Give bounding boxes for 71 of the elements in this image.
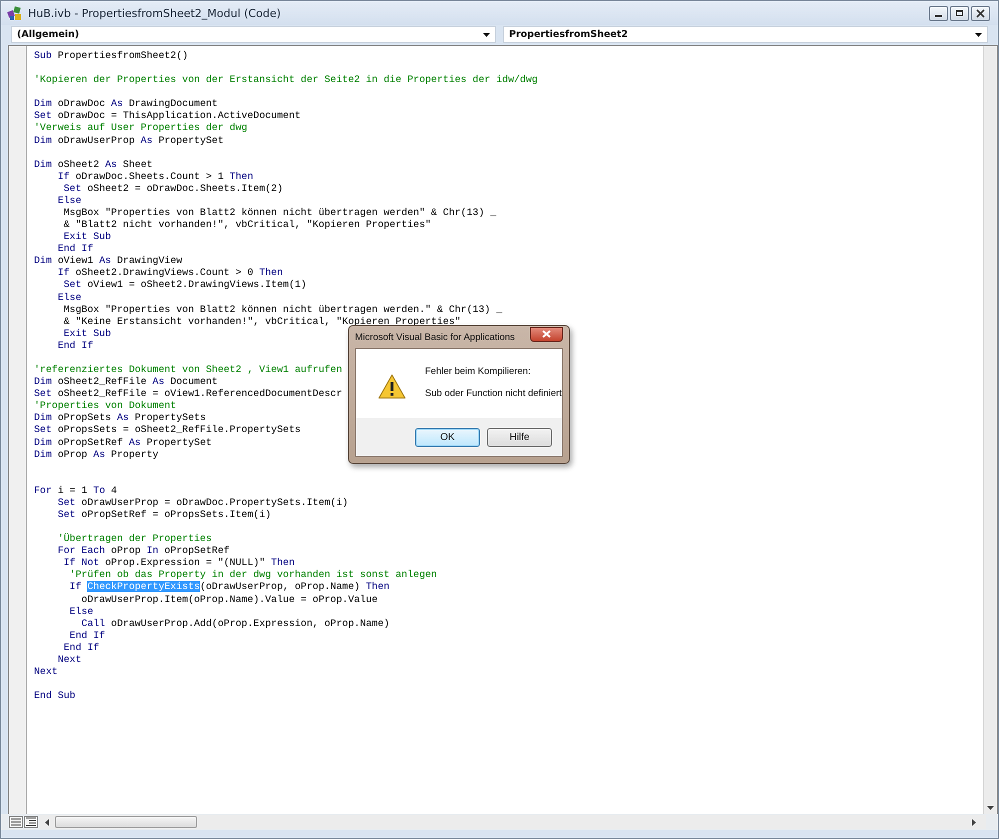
code-line: Exit Sub xyxy=(62,328,112,340)
code-line: Dim oView1 As DrawingView xyxy=(34,255,182,268)
procedure-view-icon[interactable] xyxy=(9,816,23,828)
window-title: HuB.ivb - PropertiesfromSheet2_Modul (Code) xyxy=(28,6,281,20)
dialog-title: Microsoft Visual Basic for Applications xyxy=(355,332,515,342)
caret-icon xyxy=(975,32,982,36)
error-message: Sub oder Function nicht definiert xyxy=(425,388,562,399)
code-line: 'referenziertes Dokument von Sheet2 , View1 aufrufen xyxy=(34,364,342,376)
code-line: Else xyxy=(56,194,82,208)
horizontal-scrollbar[interactable] xyxy=(39,815,986,829)
code-line: Next xyxy=(56,654,82,666)
close-button[interactable] xyxy=(530,326,563,342)
code-line: Set oSheet2 = oDrawDoc.Sheets.Item(2) xyxy=(62,182,283,195)
vertical-scrollbar[interactable] xyxy=(983,46,997,814)
code-line: 'Übertragen der Properties xyxy=(56,533,212,546)
code-line: If oSheet2.DrawingViews.Count > 0 Then xyxy=(56,267,283,280)
code-line: 'Prüfen ob das Property in der dwg vorhanden ist sonst anlegen xyxy=(68,569,437,582)
code-line: Else xyxy=(68,606,94,618)
code-line: Dim oDrawDoc As DrawingDocument xyxy=(34,98,218,110)
code-line: Exit Sub xyxy=(62,231,112,244)
code-line: Dim oDrawUserProp As PropertySet xyxy=(34,134,224,147)
code-line: Call oDrawUserProp.Add(oProp.Expression, oProp.Name) xyxy=(80,618,390,630)
code-line: Else xyxy=(56,292,82,304)
code-line: 'Kopieren der Properties von der Erstansicht der Seite2 in die Properties der idw/dwg xyxy=(34,74,538,86)
code-line: MsgBox "Properties von Blatt2 können nicht übertragen werden" & Chr(13) _ xyxy=(62,207,496,220)
code-line: Dim oSheet2 As Sheet xyxy=(34,158,153,171)
code-line: End Sub xyxy=(34,690,76,702)
restore-button[interactable] xyxy=(950,6,969,20)
code-line: Set oSheet2_RefFile = oView1.ReferencedDocumentDescr xyxy=(34,388,342,400)
code-line: If oDrawDoc.Sheets.Count > 1 Then xyxy=(56,170,254,183)
code-line: Set oDrawUserProp = oDrawDoc.PropertySets.Item(i) xyxy=(56,496,348,509)
scroll-down-icon[interactable] xyxy=(987,806,994,810)
code-line: 'Properties von Dokument xyxy=(34,400,176,412)
close-button[interactable] xyxy=(971,6,990,20)
code-line: End If xyxy=(62,642,100,654)
code-line: oDrawUserProp.Item(oProp.Name).Value = oProp.Value xyxy=(80,594,378,606)
full-module-view-icon[interactable] xyxy=(24,816,38,828)
code-line: For Each oProp In oPropSetRef xyxy=(56,545,230,558)
minimize-button[interactable] xyxy=(929,6,948,20)
code-line: End If xyxy=(56,243,94,256)
code-line: If CheckPropertyExists(oDrawUserProp, oProp.Name) Then xyxy=(68,581,390,594)
procedure-dropdown[interactable]: PropertiesfromSheet2 xyxy=(503,26,988,43)
code-line: Set oView1 = oSheet2.DrawingViews.Item(1) xyxy=(62,279,307,292)
close-icon xyxy=(976,8,985,18)
code-line: If Not oProp.Expression = "(NULL)" Then xyxy=(62,557,295,570)
code-line: Dim oProp As Property xyxy=(34,448,158,461)
error-heading: Fehler beim Kompilieren: xyxy=(425,366,532,377)
code-line: End If xyxy=(68,630,106,642)
code-line: Set oDrawDoc = ThisApplication.ActiveDocument xyxy=(34,110,301,122)
code-line: Dim oPropSetRef As PropertySet xyxy=(34,436,212,449)
modules-icon xyxy=(7,5,23,21)
code-line: MsgBox "Properties von Blatt2 können nicht übertragen werden." & Chr(13) _ xyxy=(62,304,502,316)
help-button[interactable]: Hilfe xyxy=(487,428,552,446)
scroll-right-icon[interactable] xyxy=(972,818,976,826)
code-line: Dim oPropSets As PropertySets xyxy=(34,412,206,424)
code-line: Sub PropertiesfromSheet2() xyxy=(34,50,188,62)
code-line: Set oPropsSets = oSheet2_RefFile.PropertySets xyxy=(34,424,301,436)
code-line: For i = 1 To 4 xyxy=(34,484,117,497)
code-line: Dim oSheet2_RefFile As Document xyxy=(34,376,218,388)
code-line: Set oPropSetRef = oPropsSets.Item(i) xyxy=(56,508,272,522)
code-line: Next xyxy=(34,666,58,678)
ok-button[interactable]: OK xyxy=(415,428,480,446)
code-line: & "Keine Erstansicht vorhanden!", vbCritical, "Kopieren Properties" xyxy=(62,316,461,328)
code-line: & "Blatt2 nicht vorhanden!", vbCritical, "Kopieren Properties" xyxy=(62,219,432,232)
warning-icon xyxy=(378,374,406,399)
code-line: 'Verweis auf User Properties der dwg xyxy=(34,122,248,135)
object-dropdown[interactable]: (Allgemein) xyxy=(11,26,496,43)
caret-icon xyxy=(483,32,490,36)
close-icon xyxy=(542,330,551,338)
code-line: End If xyxy=(56,340,94,352)
scroll-left-icon[interactable] xyxy=(45,818,49,826)
